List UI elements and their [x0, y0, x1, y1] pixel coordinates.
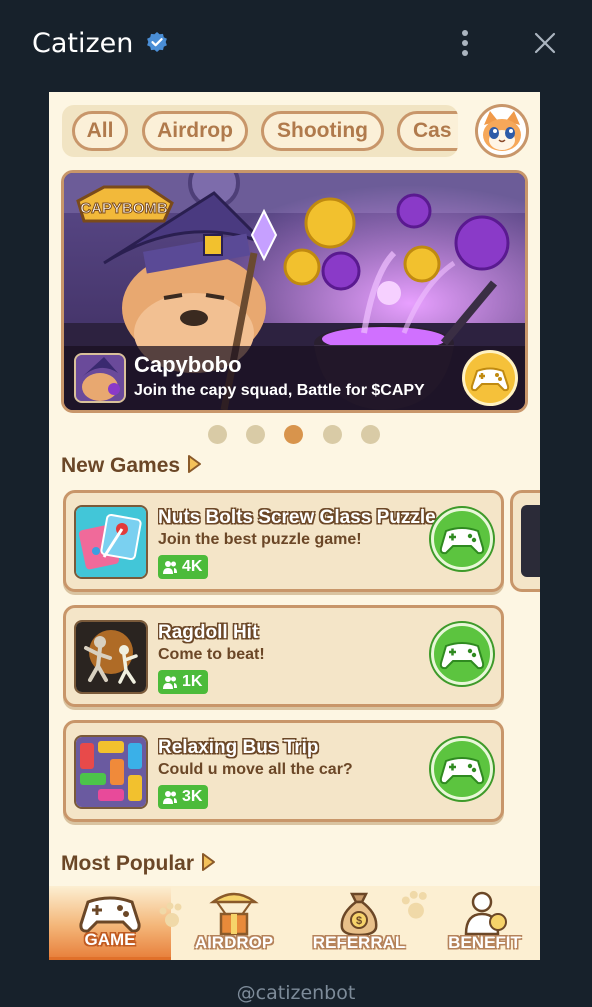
- benefit-person-icon: [464, 891, 507, 936]
- users-icon: [163, 791, 177, 804]
- nav-label: AIRDROP: [194, 933, 274, 952]
- banner-game-thumbnail: [74, 353, 126, 403]
- filter-chip-casual[interactable]: Cas: [397, 111, 458, 151]
- nav-label: BENEFIT: [448, 933, 521, 952]
- game-card-partial[interactable]: [510, 490, 540, 592]
- banner-title: Capybobo: [134, 352, 242, 377]
- player-count: 3K: [182, 788, 203, 805]
- player-count-badge: 1K: [158, 670, 209, 694]
- app-title: Catizen: [32, 28, 134, 59]
- most-popular-title-text: Most Popular: [61, 852, 195, 875]
- new-games-title-text: New Games: [61, 454, 181, 477]
- ragdoll-game-icon: [74, 620, 148, 694]
- bot-handle[interactable]: @catizenbot: [0, 982, 592, 1004]
- telegram-header: Catizen: [0, 0, 592, 90]
- game-title: Relaxing Bus Trip: [158, 737, 319, 758]
- carousel-dot[interactable]: [246, 425, 265, 444]
- more-vertical-icon[interactable]: [455, 28, 475, 58]
- carousel-dot-active[interactable]: [284, 425, 303, 444]
- play-arrow-icon: [188, 455, 202, 473]
- cat-avatar-icon: [483, 111, 521, 151]
- carousel-indicator: [208, 425, 388, 445]
- player-count-badge: 3K: [158, 785, 209, 809]
- game-subtitle: Come to beat!: [158, 646, 265, 663]
- verified-check-icon: [147, 32, 167, 52]
- game-title: Nuts Bolts Screw Glass Puzzle: [158, 507, 436, 528]
- player-count-badge: 4K: [158, 555, 209, 579]
- gamepad-icon: [439, 757, 485, 785]
- gamepad-icon: [439, 642, 485, 670]
- nav-tab-benefit[interactable]: BENEFIT: [429, 886, 540, 960]
- filter-chip-shooting[interactable]: Shooting: [261, 111, 384, 151]
- play-button[interactable]: [431, 623, 493, 685]
- play-button[interactable]: [431, 738, 493, 800]
- play-arrow-icon: [202, 853, 216, 871]
- filter-chip-all[interactable]: All: [72, 111, 128, 151]
- featured-game-banner[interactable]: CAPYBOMB Capybobo Join the capy squad, B…: [61, 170, 528, 413]
- nav-label: REFERRAL: [312, 933, 406, 952]
- player-count: 1K: [182, 673, 203, 690]
- most-popular-section-title[interactable]: Most Popular: [61, 852, 216, 876]
- airdrop-gift-icon: [209, 892, 259, 936]
- filter-chip-airdrop[interactable]: Airdrop: [142, 111, 248, 151]
- game-card[interactable]: Nuts Bolts Screw Glass Puzzle Join the b…: [63, 490, 504, 592]
- users-icon: [163, 676, 177, 689]
- paw-print-icon: [401, 890, 427, 919]
- game-subtitle: Join the best puzzle game!: [158, 531, 362, 548]
- banner-subtitle: Join the capy squad, Battle for $CAPY: [134, 382, 425, 399]
- avatar[interactable]: [475, 104, 529, 158]
- bottom-navigation: GAME AIRDROP $ REFERRAL BENEFIT: [49, 886, 540, 960]
- game-card[interactable]: Relaxing Bus Trip Could u move all the c…: [63, 720, 504, 822]
- close-icon[interactable]: [532, 30, 558, 56]
- game-card[interactable]: Ragdoll Hit Come to beat! 1K: [63, 605, 504, 707]
- nav-tab-game[interactable]: GAME: [49, 886, 171, 960]
- carousel-dot[interactable]: [361, 425, 380, 444]
- carousel-dot[interactable]: [323, 425, 342, 444]
- carousel-dot[interactable]: [208, 425, 227, 444]
- game-title: Ragdoll Hit: [158, 622, 259, 643]
- money-bag-icon: $: [340, 892, 378, 936]
- category-filter-bar: All Airdrop Shooting Cas: [62, 105, 458, 157]
- nav-label: GAME: [84, 930, 136, 949]
- mini-app-webview: All Airdrop Shooting Cas CAPYBOMB Capybo…: [49, 92, 540, 960]
- new-games-section-title[interactable]: New Games: [61, 454, 202, 478]
- banner-caption: Capybobo Join the capy squad, Battle for…: [64, 346, 525, 410]
- gamepad-icon: [439, 527, 485, 555]
- game-subtitle: Could u move all the car?: [158, 761, 353, 778]
- gamepad-icon: [470, 367, 510, 392]
- puzzle-game-icon: [74, 505, 148, 579]
- nav-tab-airdrop[interactable]: AIRDROP: [179, 886, 289, 960]
- users-icon: [163, 561, 177, 574]
- play-button[interactable]: [431, 508, 493, 570]
- banner-logo-text: CAPYBOMB: [80, 200, 168, 217]
- player-count: 4K: [182, 558, 203, 575]
- bus-game-icon: [74, 735, 148, 809]
- svg-text:$: $: [356, 915, 362, 927]
- banner-play-button[interactable]: [462, 350, 518, 406]
